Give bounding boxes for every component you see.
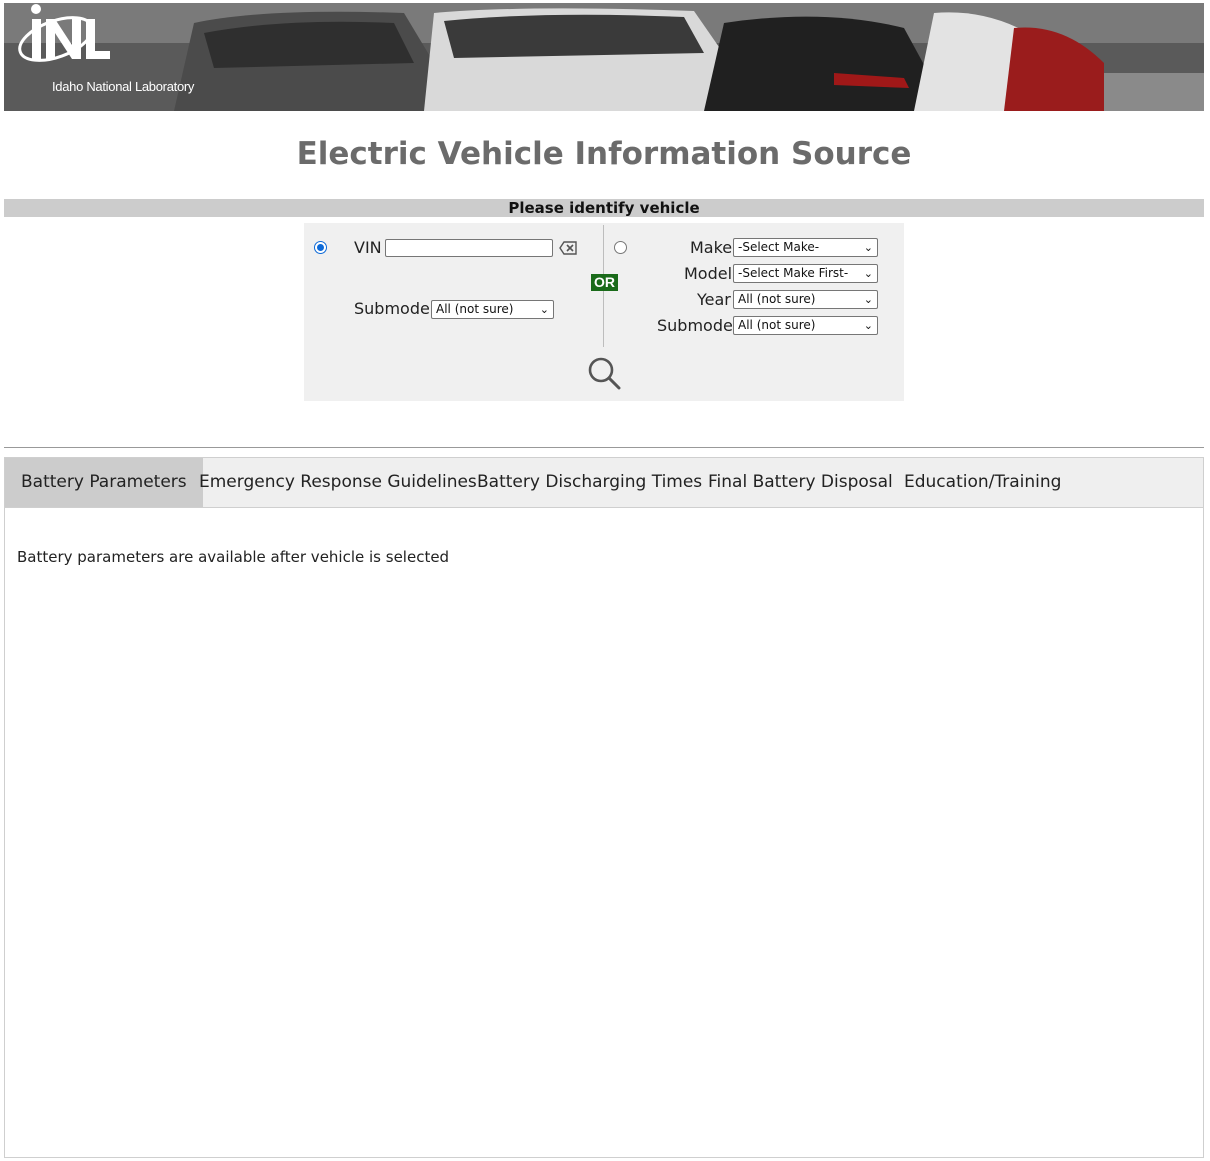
vin-submodel-select[interactable]: All (not sure) ⌄ xyxy=(431,300,554,319)
identify-heading: Please identify vehicle xyxy=(4,199,1204,217)
header-banner: Idaho National Laboratory xyxy=(4,3,1204,111)
clear-vin-icon[interactable] xyxy=(559,241,577,255)
chevron-down-icon: ⌄ xyxy=(539,303,549,316)
year-select[interactable]: All (not sure) ⌄ xyxy=(733,290,878,309)
tab-education-training[interactable]: Education/Training xyxy=(888,458,1077,507)
vin-submodel-label: Submodel xyxy=(354,299,435,318)
year-label: Year xyxy=(697,290,731,309)
or-badge: OR xyxy=(591,274,618,291)
search-icon[interactable] xyxy=(586,355,622,391)
tab-bar: Battery Parameters Emergency Response Gu… xyxy=(5,458,1203,508)
vehicle-form: VIN Submodel All (not sure) ⌄ OR Make -S… xyxy=(304,223,904,401)
logo-subtitle: Idaho National Laboratory xyxy=(52,79,195,94)
make-select[interactable]: -Select Make- ⌄ xyxy=(733,238,878,257)
chevron-down-icon: ⌄ xyxy=(863,241,873,254)
model-select[interactable]: -Select Make First- ⌄ xyxy=(733,264,878,283)
page-title: Electric Vehicle Information Source xyxy=(296,136,912,172)
vin-input[interactable] xyxy=(385,239,553,257)
banner-photo xyxy=(4,3,1204,111)
chevron-down-icon: ⌄ xyxy=(863,267,873,280)
battery-parameters-message: Battery parameters are available after v… xyxy=(17,548,450,566)
tab-battery-discharging-times[interactable]: Battery Discharging Times xyxy=(461,458,718,507)
model-label: Model xyxy=(684,264,733,283)
vin-label: VIN xyxy=(354,238,382,257)
make-label: Make xyxy=(690,238,733,257)
year-value: All (not sure) xyxy=(738,292,816,306)
make-submodel-value: All (not sure) xyxy=(738,318,816,332)
vin-submodel-value: All (not sure) xyxy=(436,302,514,316)
inl-logo xyxy=(18,4,110,62)
tab-final-battery-disposal[interactable]: Final Battery Disposal xyxy=(692,458,909,507)
tab-battery-parameters[interactable]: Battery Parameters xyxy=(5,458,203,507)
chevron-down-icon: ⌄ xyxy=(863,319,873,332)
model-value: -Select Make First- xyxy=(738,266,849,280)
info-tabs: Battery Parameters Emergency Response Gu… xyxy=(4,457,1204,1158)
make-model-radio[interactable] xyxy=(614,241,627,254)
tab-emergency-response-guidelines[interactable]: Emergency Response Guidelines xyxy=(183,458,493,507)
make-submodel-select[interactable]: All (not sure) ⌄ xyxy=(733,316,878,335)
chevron-down-icon: ⌄ xyxy=(863,293,873,306)
make-submodel-label: Submodel xyxy=(657,316,738,335)
section-divider xyxy=(4,447,1204,448)
vin-radio[interactable] xyxy=(314,241,327,254)
make-value: -Select Make- xyxy=(738,240,820,254)
